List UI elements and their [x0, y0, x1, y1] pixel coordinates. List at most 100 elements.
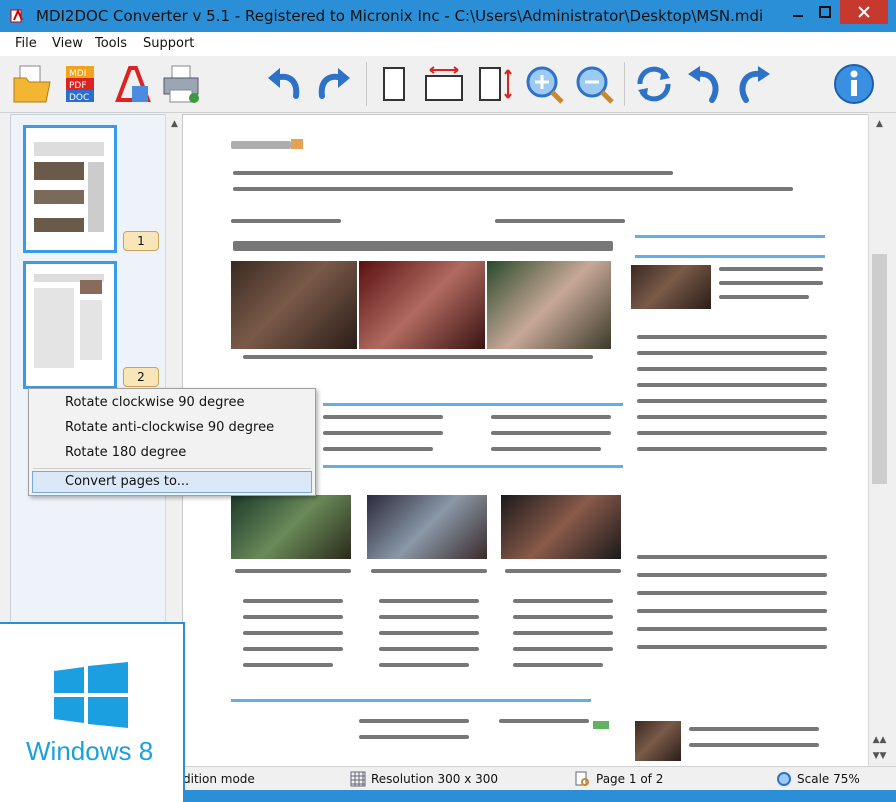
- doc-text: [243, 663, 333, 667]
- windows-logo-icon: [54, 662, 128, 728]
- windows8-badge: Windows 8: [0, 622, 185, 802]
- doc-text: [719, 295, 809, 299]
- page-icon: [575, 771, 589, 786]
- mdi-pdf-doc-icon[interactable]: MDI PDF DOC: [60, 62, 104, 106]
- undo-icon[interactable]: [262, 62, 306, 106]
- doc-text: [637, 447, 827, 451]
- doc-text: [323, 447, 433, 451]
- doc-text: [637, 573, 827, 577]
- doc-text: [491, 431, 611, 435]
- menu-rotate-ccw[interactable]: Rotate anti-clockwise 90 degree: [65, 420, 274, 435]
- doc-text: [359, 735, 469, 739]
- doc-photo: [359, 261, 485, 349]
- svg-text:MDI: MDI: [69, 69, 86, 79]
- close-button[interactable]: [840, 0, 888, 24]
- windows8-label: Windows 8: [26, 736, 154, 766]
- doc-photo: [635, 721, 681, 761]
- doc-text: [637, 383, 827, 387]
- doc-text: [379, 663, 469, 667]
- doc-text: [243, 599, 343, 603]
- scroll-thumb[interactable]: [872, 254, 887, 484]
- app-logo-icon: [10, 8, 23, 23]
- scroll-up-icon[interactable]: ▲: [166, 116, 183, 132]
- document-scrollbar[interactable]: ▲ ▲▲ ▼▼: [868, 114, 890, 766]
- status-page: Page 1 of 2: [596, 772, 664, 786]
- fit-page-icon[interactable]: [372, 62, 416, 106]
- title-bar[interactable]: MDI2DOC Converter v 5.1 - Registered to …: [0, 0, 896, 32]
- window-title: MDI2DOC Converter v 5.1 - Registered to …: [36, 7, 764, 25]
- doc-headline: [233, 241, 613, 251]
- info-icon[interactable]: [832, 62, 876, 106]
- rotate-right-icon[interactable]: [732, 62, 776, 106]
- rotate-icon[interactable]: [632, 62, 676, 106]
- scroll-up-icon[interactable]: ▲: [869, 116, 890, 132]
- doc-text: [637, 645, 827, 649]
- doc-link: [635, 255, 825, 258]
- doc-text: [637, 555, 827, 559]
- page-badge-2[interactable]: 2: [123, 367, 159, 387]
- toolbar-separator: [624, 62, 625, 106]
- toolbar-separator: [366, 62, 367, 106]
- doc-photo: [231, 495, 351, 559]
- menu-tools[interactable]: Tools: [95, 36, 127, 51]
- rotate-left-icon[interactable]: [682, 62, 726, 106]
- doc-logo: [231, 141, 291, 149]
- doc-text: [637, 335, 827, 339]
- doc-text: [495, 219, 625, 223]
- app-window: MDI2DOC Converter v 5.1 - Registered to …: [0, 0, 896, 802]
- menu-view[interactable]: View: [52, 36, 83, 51]
- redo-icon[interactable]: [312, 62, 356, 106]
- doc-text: [371, 569, 487, 573]
- doc-text: [637, 415, 827, 419]
- minimize-icon: [793, 15, 803, 17]
- pdf-convert-icon[interactable]: [110, 62, 154, 106]
- doc-photo: [501, 495, 621, 559]
- status-mode: dition mode: [183, 772, 255, 786]
- doc-text: [637, 367, 827, 371]
- page-badge-1[interactable]: 1: [123, 231, 159, 251]
- print-icon[interactable]: [160, 62, 204, 106]
- doc-text: [379, 647, 479, 651]
- status-resolution: Resolution 300 x 300: [371, 772, 499, 786]
- doc-text: [323, 431, 443, 435]
- minimize-button[interactable]: [784, 0, 812, 24]
- doc-text: [233, 171, 673, 175]
- doc-text: [379, 631, 479, 635]
- doc-text: [513, 599, 613, 603]
- page-down-double-icon[interactable]: ▼▼: [869, 748, 890, 764]
- doc-text: [637, 609, 827, 613]
- doc-link: [593, 721, 609, 729]
- doc-text: [513, 663, 603, 667]
- doc-text: [231, 219, 341, 223]
- open-folder-icon[interactable]: [10, 62, 54, 106]
- toolbar: MDI PDF DOC: [0, 56, 896, 113]
- doc-text: [719, 267, 823, 271]
- doc-text: [505, 569, 621, 573]
- page-thumbnail-2[interactable]: [23, 261, 117, 389]
- doc-text: [233, 187, 793, 191]
- status-scale: Scale 75%: [797, 772, 860, 786]
- page-thumbnail-1[interactable]: [23, 125, 117, 253]
- doc-text: [637, 627, 827, 631]
- doc-link: [635, 235, 825, 238]
- menu-bar: File View Tools Support: [0, 32, 896, 57]
- zoom-out-icon[interactable]: [572, 62, 616, 106]
- menu-rotate-180[interactable]: Rotate 180 degree: [65, 445, 186, 460]
- doc-text: [499, 719, 589, 723]
- fit-height-icon[interactable]: [472, 62, 516, 106]
- resolution-icon: [350, 771, 366, 787]
- doc-text: [243, 355, 593, 359]
- maximize-icon: [819, 6, 831, 18]
- maximize-button[interactable]: [812, 0, 838, 24]
- zoom-in-icon[interactable]: [522, 62, 566, 106]
- menu-file[interactable]: File: [15, 36, 37, 51]
- page-up-double-icon[interactable]: ▲▲: [869, 732, 890, 748]
- doc-text: [379, 615, 479, 619]
- doc-text: [491, 447, 601, 451]
- menu-rotate-cw[interactable]: Rotate clockwise 90 degree: [65, 395, 244, 410]
- doc-text: [323, 415, 443, 419]
- menu-support[interactable]: Support: [143, 36, 194, 51]
- doc-text: [243, 647, 343, 651]
- fit-width-icon[interactable]: [422, 62, 466, 106]
- menu-convert-pages[interactable]: Convert pages to...: [65, 474, 189, 489]
